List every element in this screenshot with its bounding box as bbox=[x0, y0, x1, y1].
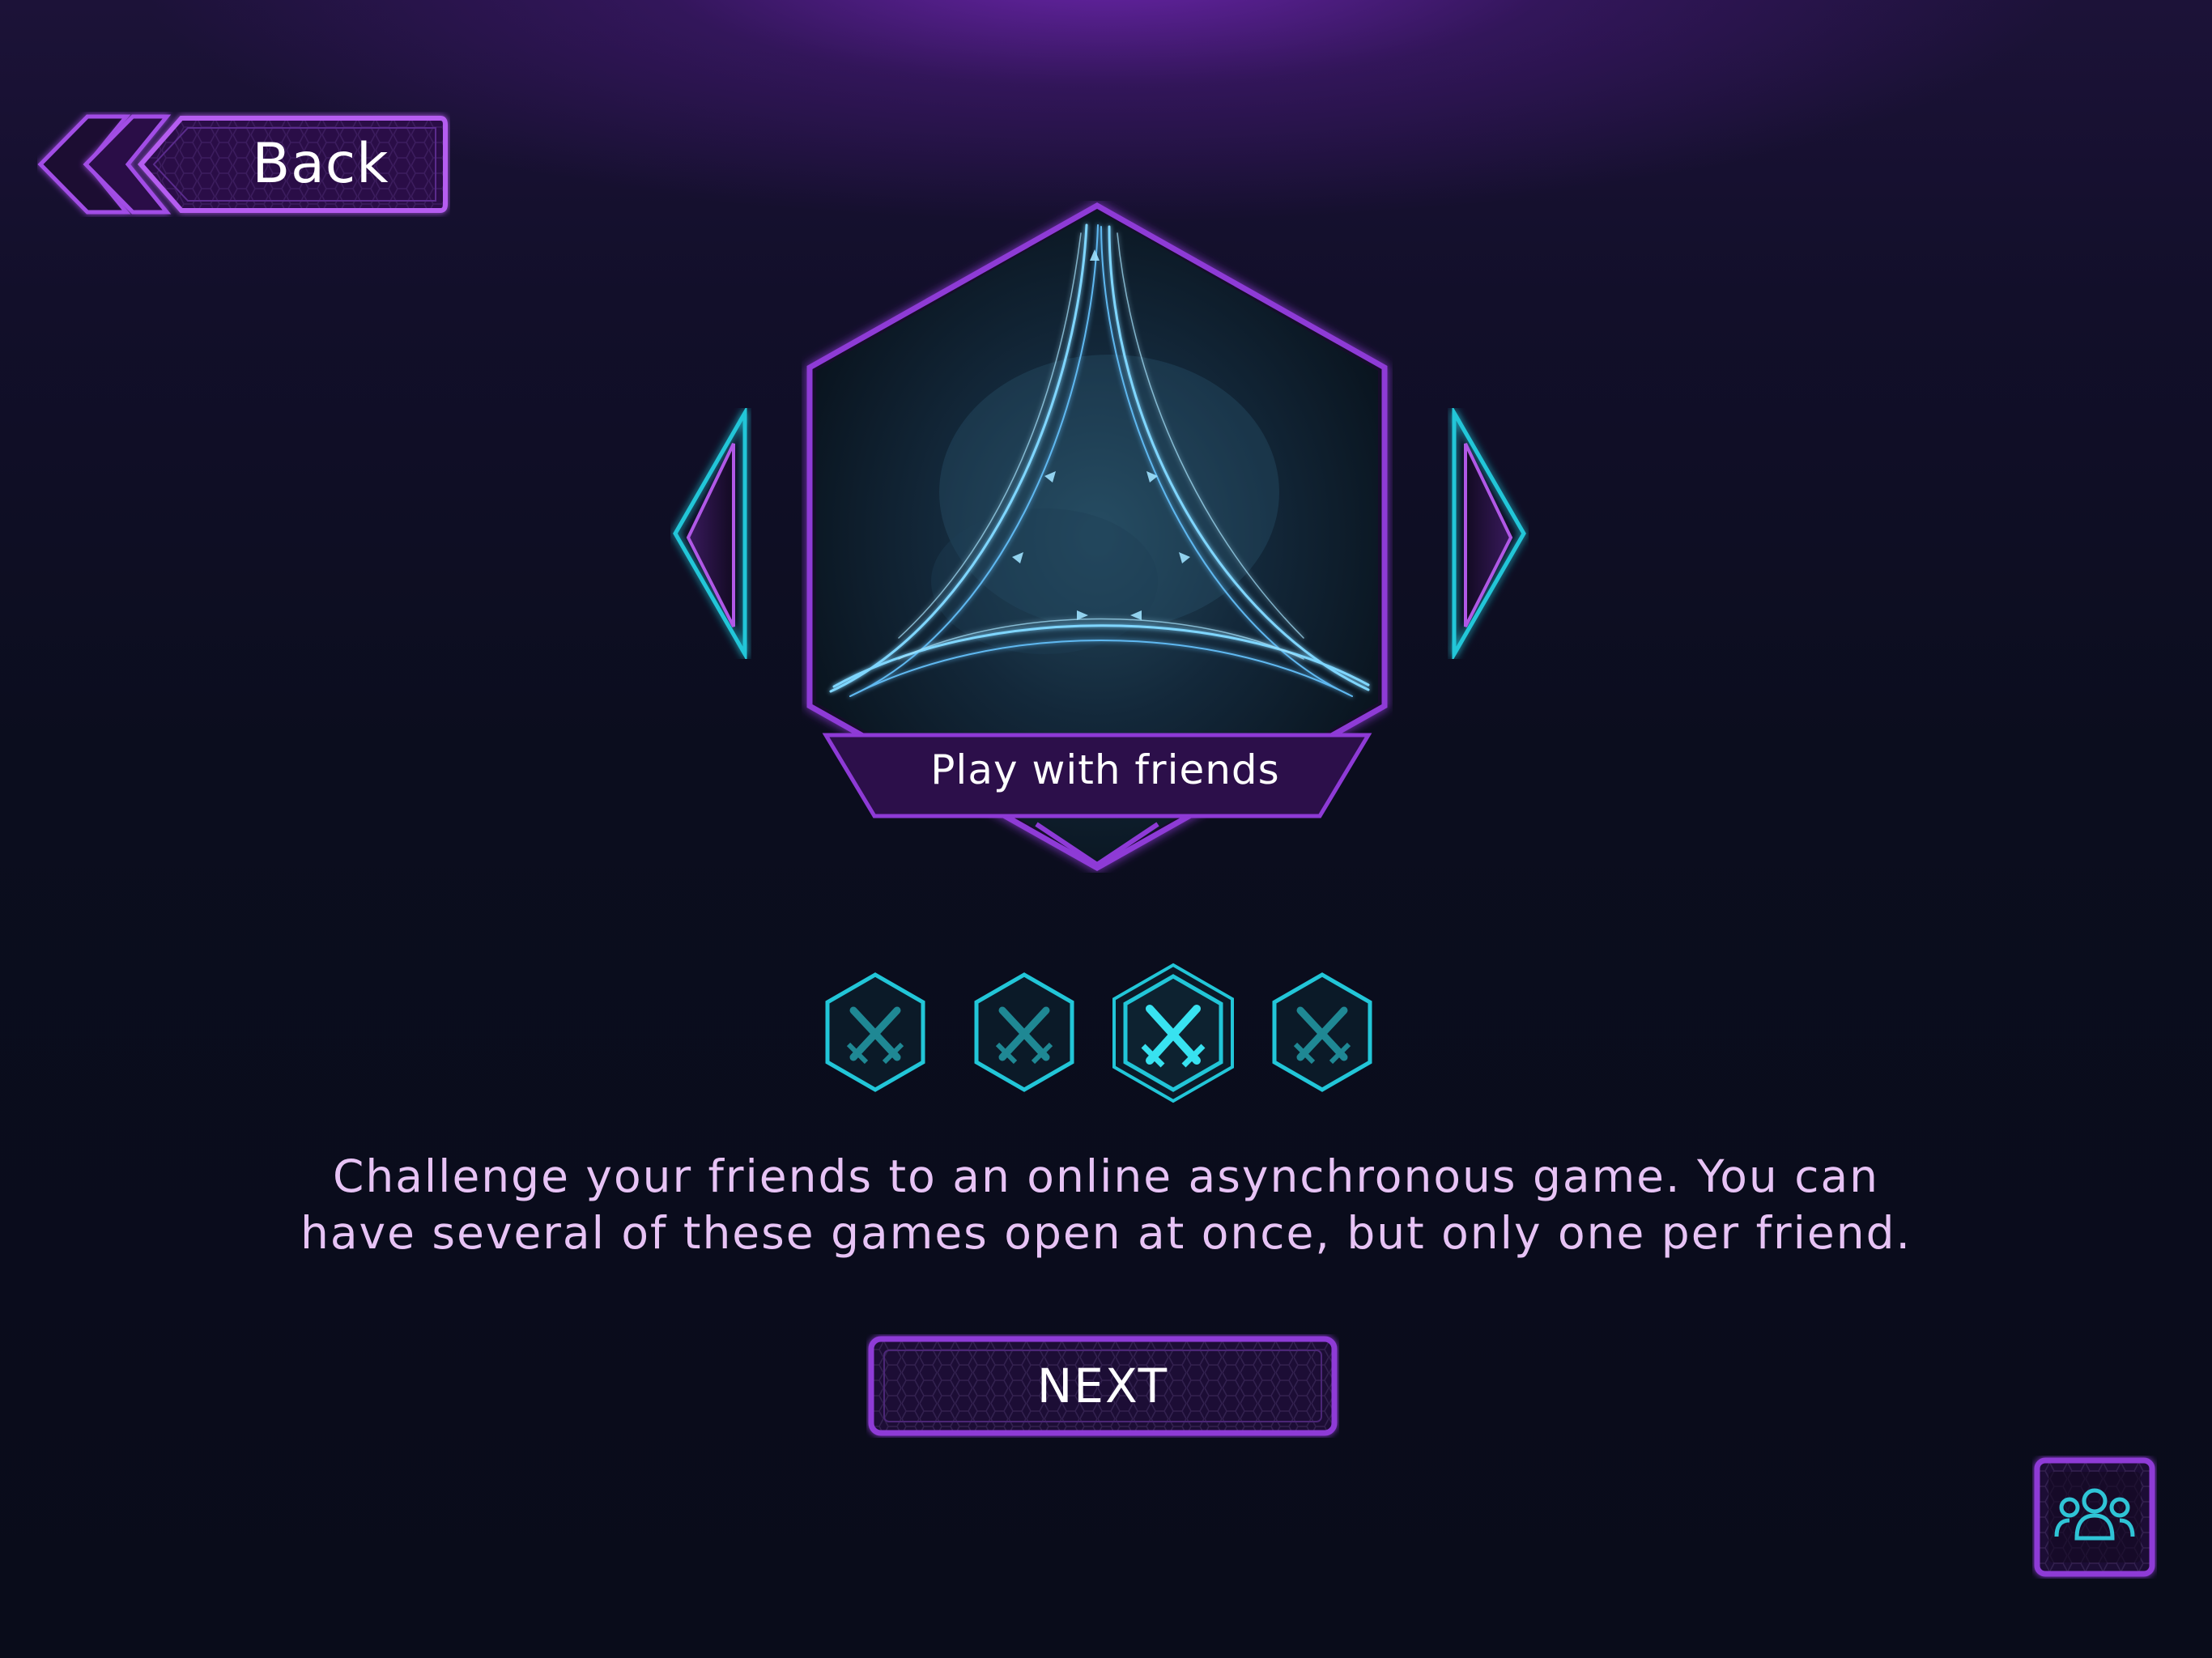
group-people-icon bbox=[2034, 1457, 2155, 1577]
crossed-swords-icon bbox=[1272, 972, 1372, 1092]
back-button[interactable]: Back bbox=[37, 112, 450, 217]
mode-indicator-4[interactable] bbox=[1268, 970, 1376, 1095]
crossed-swords-icon bbox=[1112, 963, 1234, 1103]
game-screen: Back Play with friends Challenge your fr… bbox=[0, 0, 2212, 1658]
mode-indicator-1[interactable] bbox=[821, 970, 929, 1095]
back-label: Back bbox=[252, 132, 389, 196]
mode-title: Play with friends bbox=[930, 746, 1280, 793]
friends-button[interactable] bbox=[2032, 1456, 2157, 1579]
next-mode-button[interactable] bbox=[1448, 405, 1529, 662]
triangle-right-icon bbox=[1452, 405, 1526, 662]
mode-indicator-2[interactable] bbox=[970, 970, 1078, 1095]
description-line-1: Challenge your friends to an online asyn… bbox=[332, 1150, 1880, 1202]
crossed-swords-icon bbox=[974, 972, 1074, 1092]
mode-description: Challenge your friends to an online asyn… bbox=[243, 1148, 1969, 1261]
description-line-2: have several of these games open at once… bbox=[300, 1207, 1912, 1259]
crossed-swords-icon bbox=[825, 972, 925, 1092]
next-button[interactable]: NEXT bbox=[866, 1334, 1339, 1438]
triangle-left-icon bbox=[673, 405, 747, 662]
mode-indicator-3-selected[interactable] bbox=[1109, 962, 1237, 1104]
next-label: NEXT bbox=[1036, 1358, 1169, 1414]
previous-mode-button[interactable] bbox=[670, 405, 751, 662]
